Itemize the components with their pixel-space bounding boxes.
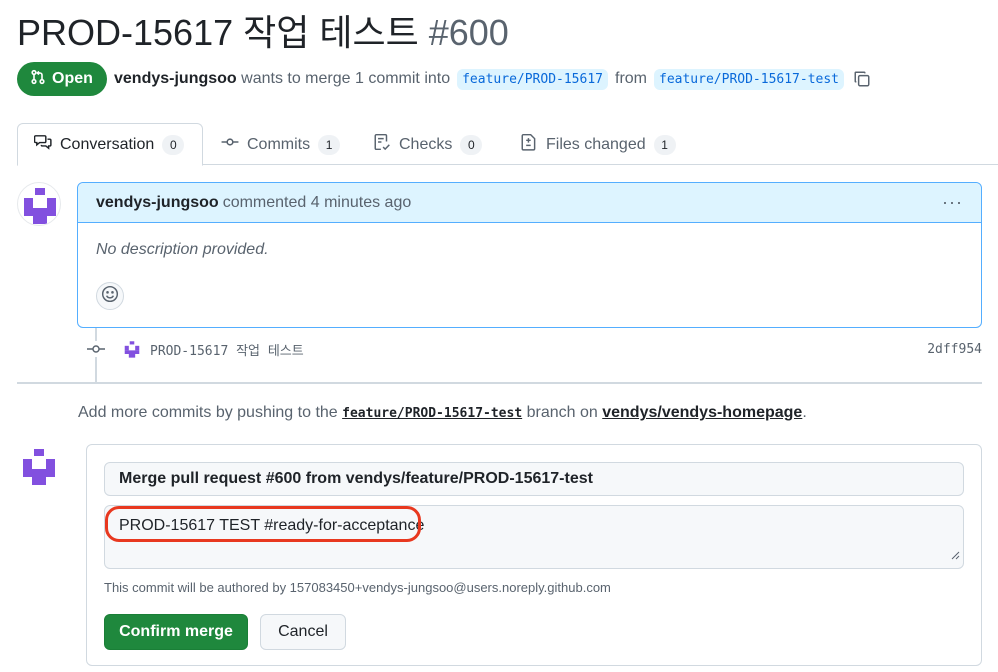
push-branch-name[interactable]: feature/PROD-15617-test [342,406,522,421]
pr-number: #600 [428,12,509,53]
tab-conversation[interactable]: Conversation 0 [17,123,203,166]
git-commit-icon [221,133,239,156]
comment-header: vendys-jungsoo commented 4 minutes ago ·… [78,183,981,223]
comment-body: No description provided. [96,241,269,258]
commit-sha-link[interactable]: 2dff954 [927,342,982,357]
pr-title: PROD-15617 작업 테스트 [17,12,419,53]
push-note-middle: branch on [526,404,598,421]
smiley-icon [101,285,119,308]
tab-checks[interactable]: Checks 0 [357,123,496,166]
kebab-menu-icon[interactable]: ··· [942,192,963,213]
repo-link[interactable]: vendys/vendys-homepage [602,404,802,421]
avatar[interactable] [17,444,61,488]
state-badge: Open [17,62,107,96]
tab-label: Conversation [60,135,155,153]
merge-text: wants to merge 1 commit into [241,70,451,87]
resize-handle-icon[interactable] [951,547,960,565]
tab-counter: 0 [162,134,185,155]
commit-author-avatar[interactable] [122,339,142,359]
merge-title-input[interactable]: Merge pull request #600 from vendys/feat… [104,462,964,496]
comment-timestamp: commented 4 minutes ago [222,193,412,211]
tab-label: Checks [399,135,453,153]
file-diff-icon [520,133,538,156]
copy-icon[interactable] [853,70,871,88]
checklist-icon [373,133,391,156]
pr-meta: vendys-jungsoo wants to merge 1 commit i… [114,68,871,90]
pr-author-link[interactable]: vendys-jungsoo [114,70,237,88]
commit-author-note: This commit will be authored by 15708345… [104,580,611,595]
from-text: from [615,70,647,87]
git-commit-icon [86,341,106,357]
push-note: Add more commits by pushing to the featu… [78,404,807,422]
confirm-merge-button[interactable]: Confirm merge [104,614,248,650]
comment-discussion-icon [33,133,52,156]
cancel-button[interactable]: Cancel [260,614,346,650]
tab-label: Files changed [546,135,646,153]
tab-label: Commits [247,135,311,153]
push-note-prefix: Add more commits by pushing to the [78,404,338,421]
merge-message-textarea[interactable]: PROD-15617 TEST #ready-for-acceptance [104,505,964,569]
commit-message-link[interactable]: PROD-15617 작업 테스트 [150,340,304,359]
git-pull-request-icon [30,69,46,90]
highlight-annotation [105,506,421,542]
tab-counter: 0 [460,134,483,155]
avatar[interactable] [17,182,61,226]
tab-counter: 1 [653,134,676,155]
identicon-icon [24,188,56,224]
pr-tabs: Conversation 0 Commits 1 Checks 0 Files … [17,123,998,166]
commit-row: PROD-15617 작업 테스트 2dff954 [86,338,982,360]
head-branch[interactable]: feature/PROD-15617-test [654,68,845,90]
timeline-divider [17,382,982,384]
tab-files-changed[interactable]: Files changed 1 [504,123,690,166]
add-reaction-button[interactable] [96,282,124,310]
push-note-suffix: . [802,404,807,421]
base-branch[interactable]: feature/PROD-15617 [457,68,608,90]
page-title: PROD-15617 작업 테스트 #600 [17,12,509,54]
identicon-icon [23,449,55,485]
merge-box: Merge pull request #600 from vendys/feat… [86,444,982,666]
state-label: Open [52,70,93,87]
comment-box: vendys-jungsoo commented 4 minutes ago ·… [77,182,982,328]
tab-counter: 1 [318,134,341,155]
tab-commits[interactable]: Commits 1 [205,123,354,166]
comment-author[interactable]: vendys-jungsoo [96,194,219,212]
